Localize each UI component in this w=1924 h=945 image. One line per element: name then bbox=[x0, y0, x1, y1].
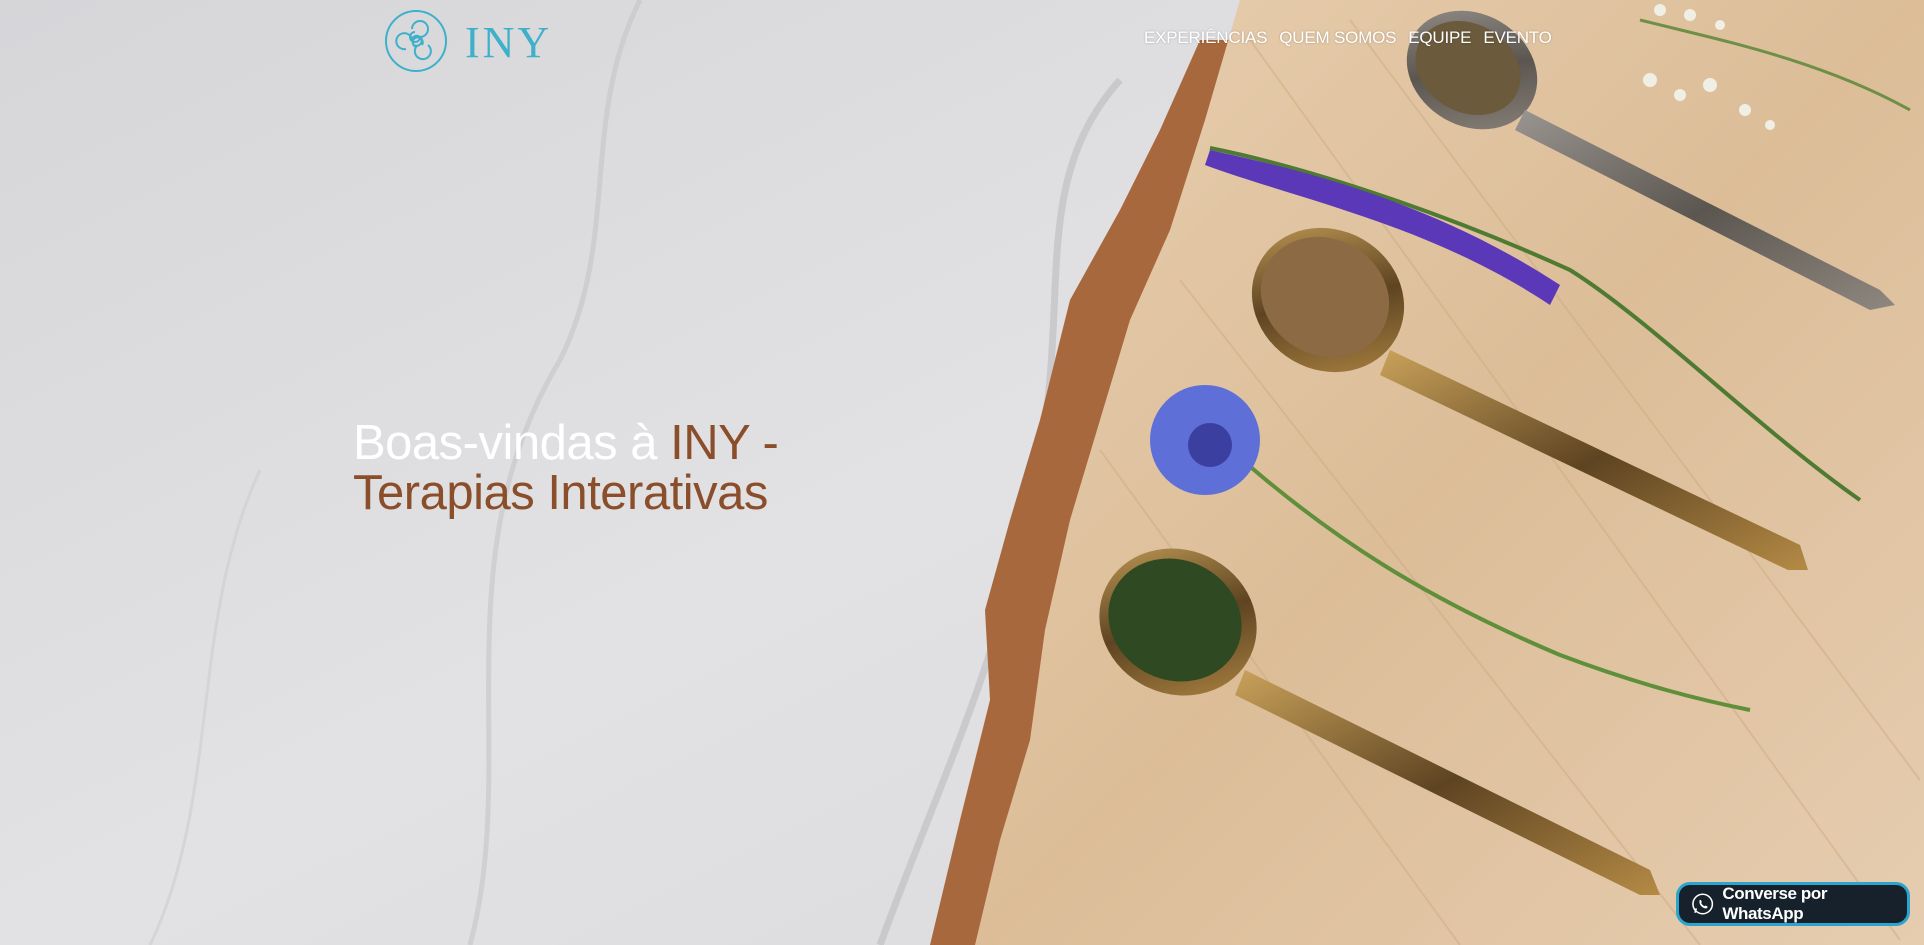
whatsapp-chat-button[interactable]: Converse por WhatsApp bbox=[1676, 882, 1910, 926]
hero-background-image bbox=[0, 0, 1924, 945]
nav-item-evento[interactable]: EVENTO bbox=[1483, 28, 1552, 48]
logo-text: INY bbox=[465, 17, 553, 67]
nav-item-experiencias[interactable]: EXPERIÊNCIAS bbox=[1144, 28, 1267, 48]
whatsapp-icon bbox=[1692, 893, 1714, 915]
nav-item-quem-somos[interactable]: QUEM SOMOS bbox=[1279, 28, 1396, 48]
whatsapp-button-label: Converse por WhatsApp bbox=[1722, 884, 1828, 923]
brand-logo[interactable]: INY bbox=[383, 8, 552, 74]
hero-heading-welcome: Boas-vindas à bbox=[353, 416, 658, 470]
hero-heading: Boas-vindas à INY - Terapias Interativas bbox=[353, 416, 779, 520]
triskelion-logo-icon bbox=[385, 10, 447, 72]
hero-heading-subtitle: Terapias Interativas bbox=[353, 466, 768, 520]
main-navigation: EXPERIÊNCIAS QUEM SOMOS EQUIPE EVENTO bbox=[1144, 28, 1552, 48]
hero-section bbox=[0, 0, 1924, 945]
hero-heading-brand: INY - bbox=[670, 416, 779, 470]
nav-item-equipe[interactable]: EQUIPE bbox=[1408, 28, 1471, 48]
